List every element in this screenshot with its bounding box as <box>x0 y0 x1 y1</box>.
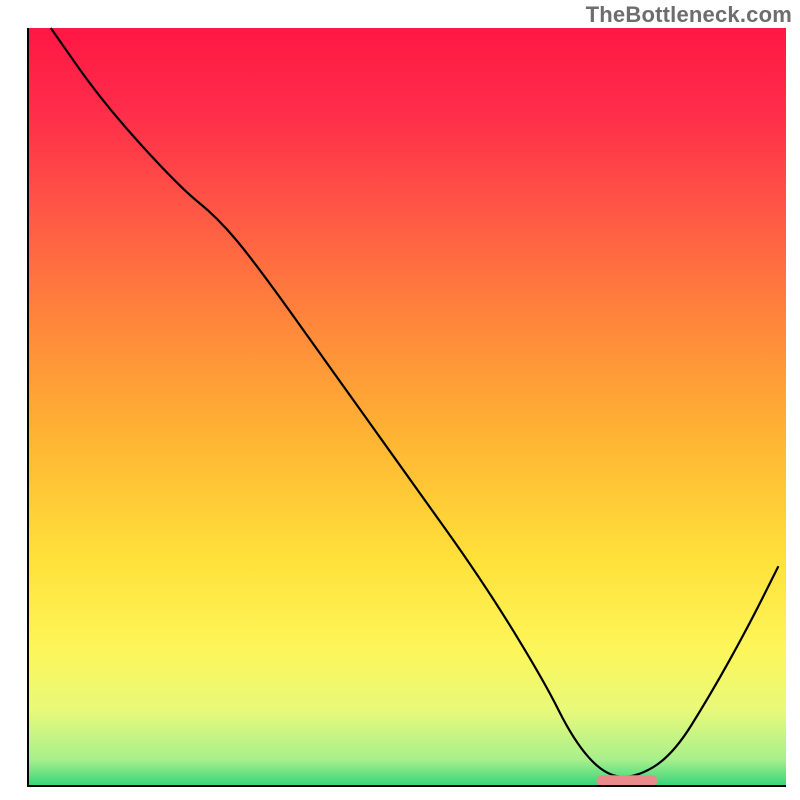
chart-svg <box>0 0 800 800</box>
chart-container: TheBottleneck.com <box>0 0 800 800</box>
plot-background <box>28 28 786 786</box>
optimum-marker <box>597 775 658 786</box>
watermark-text: TheBottleneck.com <box>586 2 792 28</box>
